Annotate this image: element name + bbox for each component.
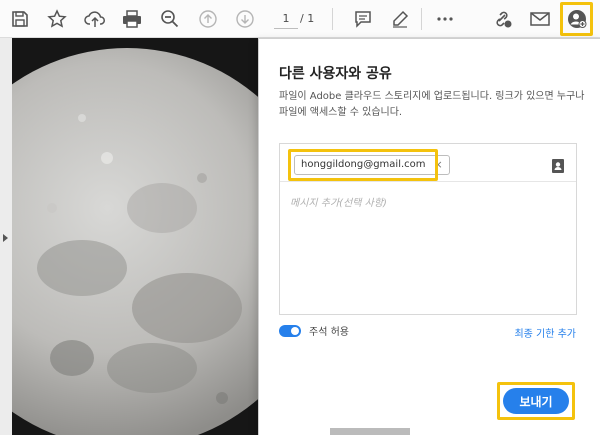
page-up-icon[interactable] — [194, 5, 222, 33]
allow-comments-label: 주석 허용 — [309, 327, 349, 338]
highlight-box-recipient — [288, 149, 438, 181]
highlight-box-add-user — [560, 2, 593, 36]
allow-comments-row: 주석 허용 — [279, 323, 349, 338]
recipient-field[interactable]: honggildong@gmail.com × — [280, 144, 576, 182]
toolbar-divider — [332, 8, 333, 30]
message-input[interactable]: 메시지 추가(선택 사항) — [290, 194, 387, 209]
highlight-pen-icon[interactable] — [386, 5, 414, 33]
page-down-icon[interactable] — [231, 5, 259, 33]
highlight-box-send — [497, 382, 575, 420]
panel-description: 파일이 Adobe 클라우드 스토리지에 업로드됩니다. 링크가 있으면 누구나… — [279, 91, 585, 118]
print-icon[interactable] — [118, 5, 146, 33]
toolbar-divider — [421, 8, 422, 30]
more-icon[interactable] — [431, 5, 459, 33]
moon-image — [12, 38, 262, 435]
upload-cloud-icon[interactable] — [81, 5, 109, 33]
share-panel: 다른 사용자와 공유 파일이 Adobe 클라우드 스토리지에 업로드됩니다. … — [258, 38, 600, 435]
page-total: / 1 — [300, 12, 315, 25]
expand-pane-arrow-icon[interactable] — [3, 234, 8, 242]
add-deadline-link[interactable]: 최종 기한 추가 — [514, 325, 576, 340]
save-icon[interactable] — [6, 5, 34, 33]
bookmark-star-icon[interactable] — [43, 5, 71, 33]
email-icon[interactable] — [526, 5, 554, 33]
share-link-icon[interactable] — [488, 5, 516, 33]
panel-title: 다른 사용자와 공유 — [279, 66, 392, 82]
address-book-icon[interactable] — [552, 158, 564, 177]
zoom-out-icon[interactable] — [156, 5, 184, 33]
allow-comments-toggle[interactable] — [279, 324, 301, 337]
compose-box: honggildong@gmail.com × 메시지 추가(선택 사항) — [279, 143, 577, 315]
bottom-scrollbar[interactable] — [330, 428, 410, 435]
comment-icon[interactable] — [349, 5, 377, 33]
toolbar: 1 / 1 — [0, 0, 600, 38]
page-number-input[interactable]: 1 — [274, 9, 298, 29]
